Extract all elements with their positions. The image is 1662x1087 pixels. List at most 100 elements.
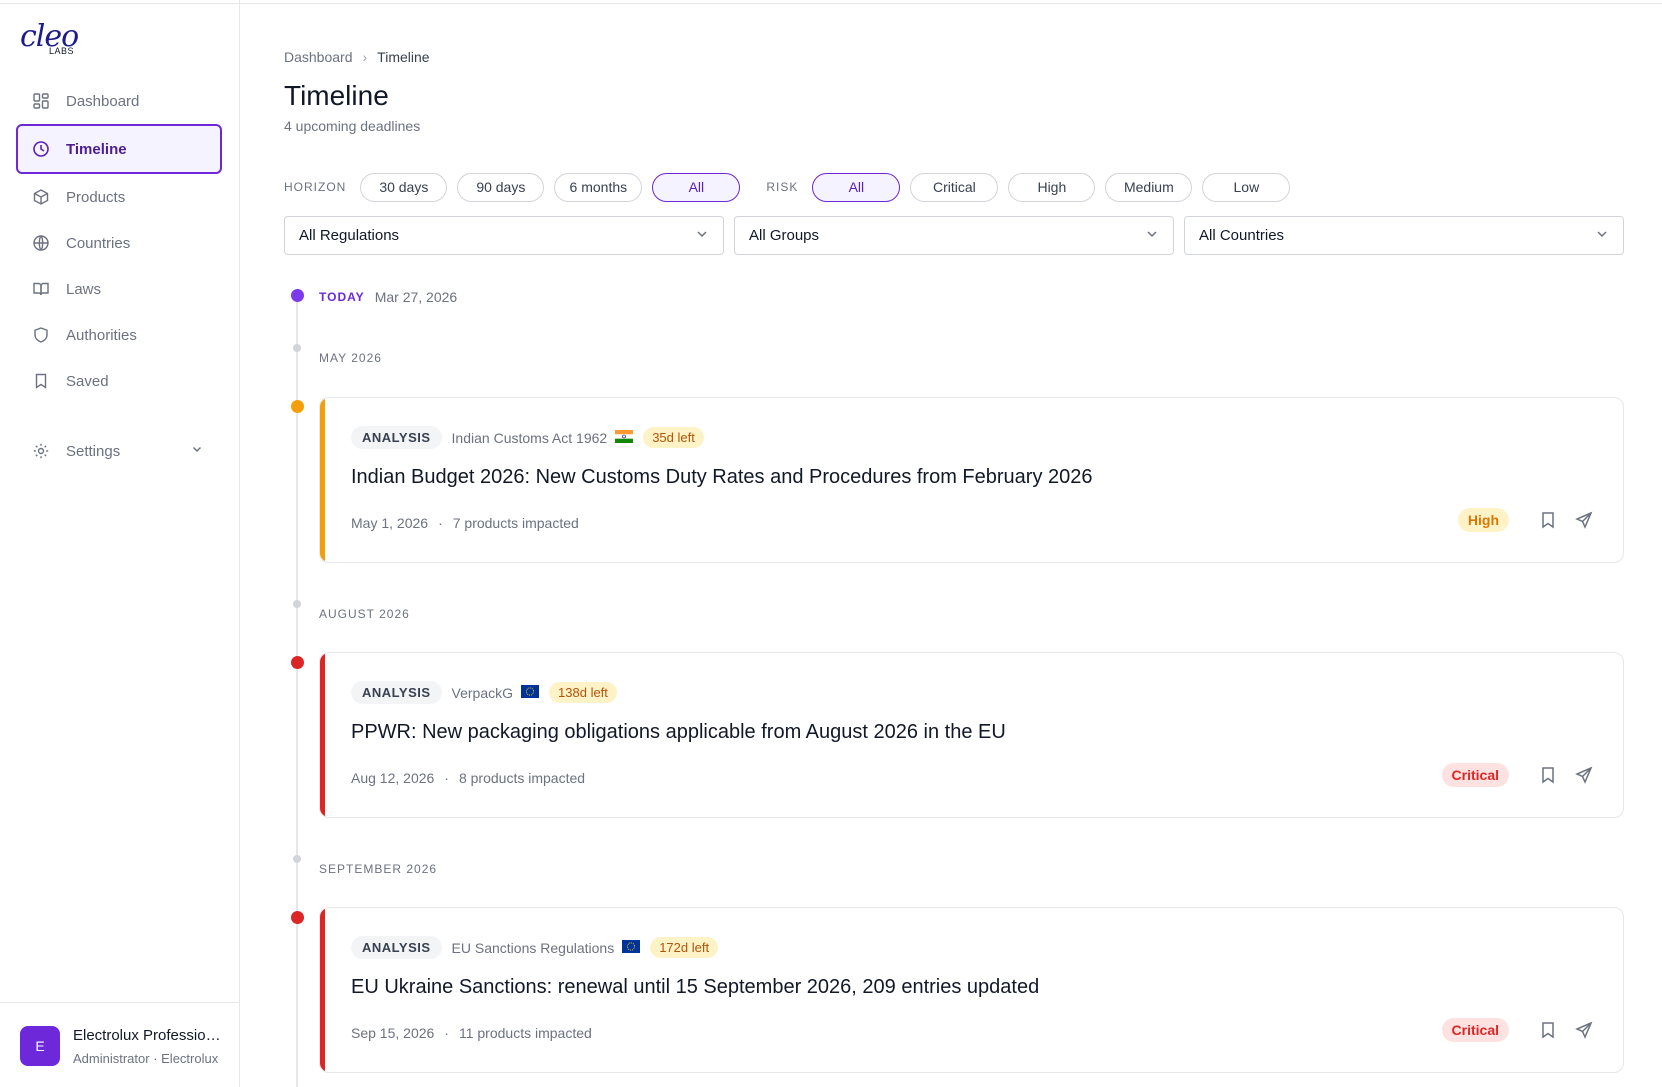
type-tag: ANALYSIS: [351, 936, 442, 959]
gear-icon: [32, 442, 50, 460]
breadcrumb-dashboard[interactable]: Dashboard: [284, 49, 353, 65]
sidebar-item-saved[interactable]: Saved: [16, 358, 222, 404]
sidebar-item-timeline[interactable]: Timeline: [16, 124, 222, 174]
card-title[interactable]: Indian Budget 2026: New Customs Duty Rat…: [351, 466, 1093, 489]
main-content: Dashboard › Timeline Timeline 4 upcoming…: [284, 0, 1624, 1087]
send-icon[interactable]: [1573, 764, 1595, 786]
month-dot: [293, 855, 301, 863]
card-title[interactable]: PPWR: New packaging obligations applicab…: [351, 721, 1006, 744]
law-name[interactable]: VerpackG: [452, 685, 513, 701]
horizon-all[interactable]: All: [652, 172, 741, 202]
sidebar-nav: Dashboard Timeline Products Countries La…: [16, 78, 222, 474]
sidebar-item-label: Authorities: [66, 326, 137, 344]
risk-medium[interactable]: Medium: [1105, 172, 1193, 202]
deadline-date: May 1, 2026: [351, 515, 429, 531]
groups-select-value: All Groups: [749, 227, 820, 244]
type-tag: ANALYSIS: [351, 681, 442, 704]
deadline-date: Sep 15, 2026: [351, 1025, 435, 1041]
sidebar: cleo LABS Dashboard Timeline Products Co…: [0, 0, 1662, 1087]
regulations-select[interactable]: All Regulations: [284, 216, 724, 255]
type-tag: ANALYSIS: [351, 426, 442, 449]
card-footer: Sep 15, 2026 · 11 products impacted: [351, 1025, 592, 1041]
eu-flag-icon: [521, 684, 540, 701]
card-accent-bar: [320, 653, 325, 817]
card-meta: ANALYSIS EU Sanctions Regulations 172d l…: [351, 936, 719, 959]
page-subtitle: 4 upcoming deadlines: [284, 118, 421, 134]
deadline-card[interactable]: ANALYSIS EU Sanctions Regulations 172d l…: [319, 907, 1624, 1073]
countries-select[interactable]: All Countries: [1184, 216, 1624, 255]
timeline-dot: [291, 400, 304, 413]
card-actions: Critical: [1441, 1018, 1595, 1042]
risk-badge: High: [1457, 508, 1509, 532]
book-icon: [32, 280, 50, 298]
bookmark-icon[interactable]: [1537, 1019, 1559, 1041]
risk-low[interactable]: Low: [1202, 172, 1291, 202]
card-footer: Aug 12, 2026 · 8 products impacted: [351, 770, 585, 786]
filter-bar: HORIZON 30 days 90 days 6 months All RIS…: [284, 172, 1300, 202]
select-row: All Regulations All Groups All Countries: [284, 216, 1624, 255]
card-title[interactable]: EU Ukraine Sanctions: renewal until 15 S…: [351, 976, 1039, 999]
eu-flag-icon: [622, 939, 641, 956]
breadcrumb: Dashboard › Timeline: [284, 49, 430, 65]
india-flag-icon: [615, 429, 634, 446]
risk-all[interactable]: All: [812, 172, 901, 202]
horizon-label: HORIZON: [284, 180, 347, 194]
chevron-down-icon: [1595, 227, 1609, 245]
grid-icon: [32, 92, 50, 110]
regulations-select-value: All Regulations: [299, 227, 400, 244]
today-date: Mar 27, 2026: [374, 289, 458, 305]
horizon-90-days[interactable]: 90 days: [457, 172, 545, 202]
avatar: E: [20, 1026, 60, 1066]
month-dot: [293, 344, 301, 352]
send-icon[interactable]: [1573, 509, 1595, 531]
card-actions: High: [1457, 508, 1595, 532]
chevron-down-icon: [695, 227, 709, 245]
groups-select[interactable]: All Groups: [734, 216, 1174, 255]
deadline-date: Aug 12, 2026: [351, 770, 435, 786]
sidebar-item-settings[interactable]: Settings: [16, 428, 222, 474]
card-meta: ANALYSIS VerpackG 138d left: [351, 681, 617, 704]
risk-high[interactable]: High: [1008, 172, 1096, 202]
law-name[interactable]: Indian Customs Act 1962: [452, 430, 608, 446]
breadcrumb-current: Timeline: [377, 49, 430, 65]
impact-count: 8 products impacted: [458, 770, 586, 786]
user-profile[interactable]: E Electrolux Professional Administrator …: [0, 1002, 240, 1087]
profile-name: Electrolux Professional: [73, 1027, 223, 1044]
sidebar-item-label: Countries: [66, 234, 131, 252]
page-title: Timeline: [284, 80, 389, 111]
sidebar-item-products[interactable]: Products: [16, 174, 222, 220]
globe-icon: [32, 234, 50, 252]
sidebar-item-laws[interactable]: Laws: [16, 266, 222, 312]
sidebar-item-authorities[interactable]: Authorities: [16, 312, 222, 358]
card-actions: Critical: [1441, 763, 1595, 787]
shield-icon: [32, 326, 50, 344]
sidebar-item-label: Laws: [66, 280, 102, 298]
send-icon[interactable]: [1573, 1019, 1595, 1041]
sidebar-item-countries[interactable]: Countries: [16, 220, 222, 266]
profile-role: Administrator · Electrolux: [73, 1051, 219, 1066]
logo[interactable]: cleo LABS: [20, 22, 100, 58]
days-left-badge: 172d left: [650, 937, 719, 958]
risk-badge: Critical: [1441, 1018, 1509, 1042]
horizon-30-days[interactable]: 30 days: [360, 172, 448, 202]
card-footer: May 1, 2026 · 7 products impacted: [351, 515, 579, 531]
month-heading: MAY 2026: [319, 351, 382, 365]
deadline-card[interactable]: ANALYSIS Indian Customs Act 1962 35d lef…: [319, 397, 1624, 563]
bookmark-icon: [32, 372, 50, 390]
risk-label: RISK: [766, 180, 799, 194]
separator: ·: [444, 1025, 449, 1041]
risk-critical[interactable]: Critical: [910, 172, 999, 202]
box-icon: [32, 188, 50, 206]
card-accent-bar: [320, 908, 325, 1072]
bookmark-icon[interactable]: [1537, 509, 1559, 531]
separator: ·: [438, 515, 443, 531]
sidebar-item-dashboard[interactable]: Dashboard: [16, 78, 222, 124]
deadline-card[interactable]: ANALYSIS VerpackG 138d left PPWR: New pa…: [319, 652, 1624, 818]
sidebar-item-label: Timeline: [66, 140, 127, 158]
horizon-6-months[interactable]: 6 months: [554, 172, 643, 202]
bookmark-icon[interactable]: [1537, 764, 1559, 786]
sidebar-item-label: Saved: [66, 372, 109, 390]
sidebar-item-label: Dashboard: [66, 92, 140, 110]
law-name[interactable]: EU Sanctions Regulations: [452, 940, 615, 956]
sidebar-item-label: Settings: [66, 442, 121, 460]
